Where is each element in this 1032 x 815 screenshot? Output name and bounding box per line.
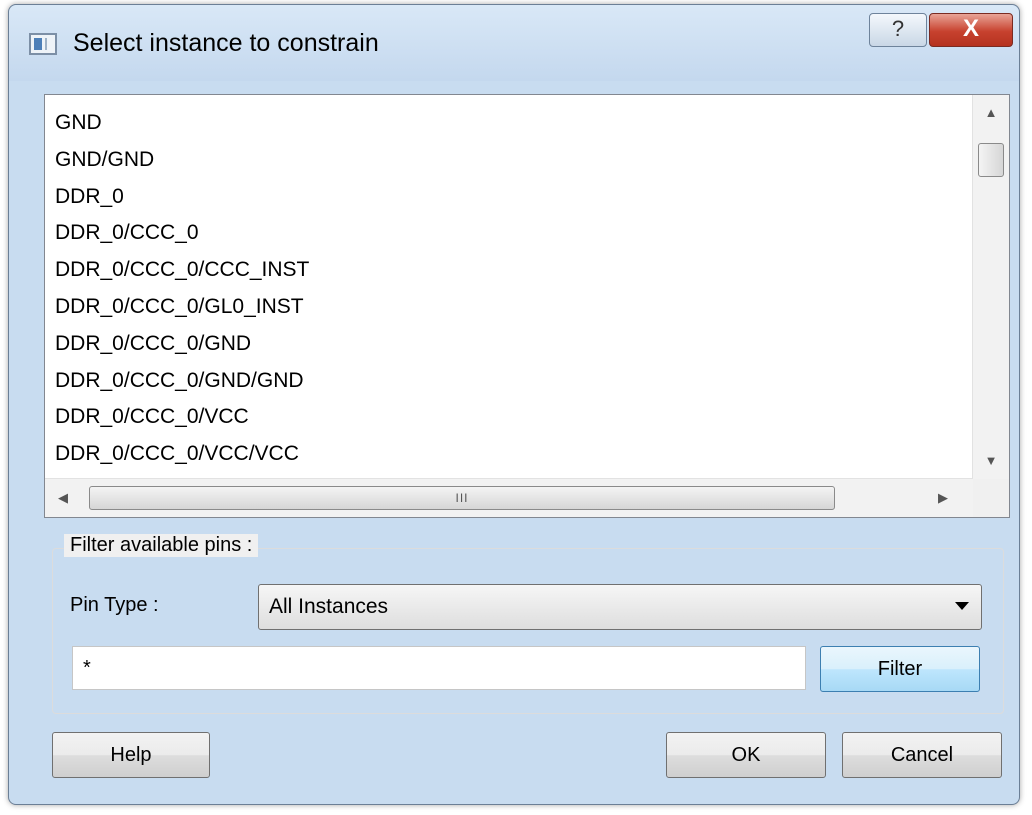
list-item[interactable]: DDR_0/CCC_0/GND/GND — [55, 363, 935, 400]
list-item[interactable]: DDR_0/CCC_0/GL0_INST — [55, 289, 935, 326]
instance-list: GND GND/GND DDR_0 DDR_0/CCC_0 DDR_0/CCC_0/CC… — [55, 105, 935, 475]
scrollbar-corner — [973, 479, 1009, 517]
chevron-down-icon[interactable] — [955, 602, 969, 610]
ok-button[interactable]: OK — [666, 732, 826, 778]
help-button[interactable]: Help — [52, 732, 210, 778]
list-item[interactable]: DDR_0/CCC_0/CCC_INST — [55, 252, 935, 289]
close-button[interactable]: X — [929, 13, 1013, 47]
filter-group-label: Filter available pins : — [64, 534, 259, 557]
cancel-button[interactable]: Cancel — [842, 732, 1002, 778]
pin-type-label: Pin Type : — [70, 594, 159, 616]
list-item[interactable]: DDR_0/CCC_0/GND — [55, 326, 935, 363]
help-title-button[interactable]: ? — [869, 13, 927, 47]
filter-input[interactable] — [72, 646, 806, 690]
pin-type-value: All Instances — [269, 595, 389, 618]
list-item[interactable]: DDR_0/CCC_0 — [55, 215, 935, 252]
list-item[interactable]: GND/GND — [55, 142, 935, 179]
dialog-title: Select instance to constrain — [73, 29, 379, 57]
filter-button[interactable]: Filter — [820, 646, 980, 692]
scroll-left-icon[interactable]: ◀ — [45, 479, 81, 517]
list-item[interactable]: GND — [55, 105, 935, 142]
title-bar[interactable]: Select instance to constrain ? X — [9, 5, 1019, 81]
scroll-right-icon[interactable]: ▶ — [925, 479, 961, 517]
scroll-up-icon[interactable]: ▲ — [973, 95, 1009, 131]
app-icon — [29, 33, 57, 55]
horizontal-scroll-thumb[interactable]: III — [89, 486, 835, 510]
vertical-scrollbar[interactable]: ▲ ▼ — [972, 95, 1009, 479]
list-item[interactable]: DDR_0/CCC_0/VCC/VCC — [55, 436, 935, 473]
instance-listbox[interactable]: GND GND/GND DDR_0 DDR_0/CCC_0 DDR_0/CCC_0/CC… — [44, 94, 1010, 518]
scroll-down-icon[interactable]: ▼ — [973, 443, 1009, 479]
horizontal-scrollbar[interactable]: ◀ III ▶ — [45, 478, 973, 517]
pin-type-select[interactable]: All Instances — [258, 584, 982, 630]
list-item[interactable]: DDR_0/CCC_0/VCC — [55, 399, 935, 436]
vertical-scroll-thumb[interactable] — [978, 143, 1004, 177]
list-item[interactable]: DDR_0 — [55, 179, 935, 216]
